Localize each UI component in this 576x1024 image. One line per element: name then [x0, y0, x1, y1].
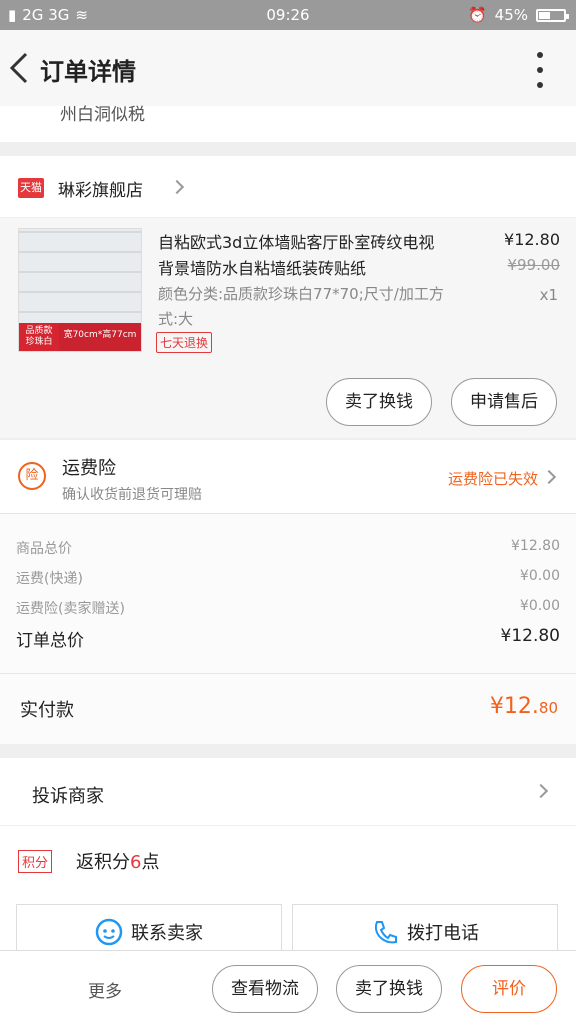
review-button[interactable]: 评价: [461, 965, 557, 1013]
scrolled-content: 州白洞似税: [0, 105, 576, 142]
chevron-right-icon: [533, 783, 549, 799]
call-phone-label: 拨打电话: [407, 923, 479, 944]
insurance-title: 运费险: [62, 458, 116, 479]
status-bar: ▮ 2G 3G ≋ 09:26 ⏰ 45%: [0, 0, 576, 30]
points-text: 返积分6点: [76, 848, 159, 874]
shipping-insurance-row[interactable]: 险 运费险 确认收货前退货可理赔 运费险已失效: [0, 440, 576, 514]
points-prefix: 返积分: [76, 852, 130, 873]
product-thumbnail[interactable]: 品质款 珍珠白 宽70cm*高77cm: [18, 228, 142, 352]
thumb-tag-size: 宽70cm*高77cm: [59, 323, 141, 351]
bottom-action-bar: 更多 查看物流 卖了换钱 评价: [0, 950, 576, 1024]
paid-value-main: ¥12.: [489, 694, 539, 719]
complain-seller-row[interactable]: 投诉商家: [0, 758, 576, 826]
after-sale-button[interactable]: 申请售后: [451, 378, 557, 426]
complain-label: 投诉商家: [32, 786, 104, 807]
summary-label: 运费险(卖家赠送): [16, 601, 125, 617]
chat-bot-icon: [95, 918, 123, 946]
phone-icon: [374, 921, 397, 944]
contact-area: 联系卖家 拨打电话: [0, 896, 576, 960]
summary-row-insurance: 运费险(卖家赠送) ¥0.00: [16, 598, 560, 618]
order-total-value: ¥12.80: [500, 626, 560, 646]
battery-icon: [536, 8, 569, 22]
product-quantity: x1: [539, 286, 558, 304]
product-spec: 颜色分类:品质款珍珠白77*70;尺寸/加工方式:大: [158, 285, 444, 328]
summary-label: 商品总价: [16, 541, 72, 557]
tmall-icon: 天猫: [18, 178, 44, 198]
order-total-label: 订单总价: [16, 631, 84, 651]
summary-value: ¥12.80: [511, 538, 560, 554]
thumb-tag-quality: 品质款 珍珠白: [19, 323, 59, 351]
price-summary: 商品总价 ¥12.80 运费(快递) ¥0.00 运费险(卖家赠送) ¥0.00…: [0, 514, 576, 674]
nav-bar: 订单详情: [0, 30, 576, 106]
paid-amount-row: 实付款 ¥12.80: [0, 674, 576, 744]
paid-value-cents: 80: [538, 699, 558, 717]
thumb-tag-line-1: 品质款: [25, 326, 53, 336]
summary-row-total: 订单总价 ¥12.80: [16, 626, 560, 651]
summary-value: ¥0.00: [519, 598, 560, 614]
alarm-icon: ⏰: [467, 6, 487, 24]
summary-row-goods: 商品总价 ¥12.80: [16, 538, 560, 558]
summary-value: ¥0.00: [519, 568, 560, 584]
paid-label: 实付款: [20, 700, 74, 721]
partial-address-text: 州白洞似税: [60, 105, 145, 125]
product-item: 品质款 珍珠白 宽70cm*高77cm 自粘欧式3d立体墙贴客厅卧室砖纹电视背景…: [0, 218, 576, 438]
points-tag: 积分: [18, 850, 53, 873]
points-number: 6: [130, 852, 142, 873]
return-policy-badge: 七天退换: [156, 332, 213, 353]
points-suffix: 点: [141, 852, 160, 873]
points-row: 积分 返积分6点: [0, 826, 576, 896]
chevron-right-icon: [541, 469, 557, 485]
insurance-subtitle: 确认收货前退货可理赔: [62, 487, 202, 503]
contact-seller-label: 联系卖家: [131, 923, 203, 944]
insurance-status: 运费险已失效: [447, 470, 538, 488]
product-title[interactable]: 自粘欧式3d立体墙贴客厅卧室砖纹电视背景墙防水自粘墙纸装砖贴纸: [158, 230, 448, 282]
sell-for-cash-button[interactable]: 卖了换钱: [326, 378, 432, 426]
thumb-tag-line-2: 珍珠白: [25, 337, 53, 347]
back-arrow-icon[interactable]: [6, 50, 34, 86]
view-logistics-button[interactable]: 查看物流: [212, 965, 318, 1013]
sell-for-cash-bottom-button[interactable]: 卖了换钱: [336, 965, 442, 1013]
insurance-icon: 险: [18, 462, 46, 490]
page-title: 订单详情: [40, 58, 136, 86]
battery-percent: 45%: [494, 6, 528, 24]
chevron-right-icon: [169, 179, 185, 195]
summary-label: 运费(快递): [16, 571, 83, 587]
store-row[interactable]: 天猫 琳彩旗舰店: [0, 156, 576, 218]
more-options-icon[interactable]: [532, 52, 548, 88]
more-button[interactable]: 更多: [88, 977, 122, 1002]
paid-value: ¥12.80: [490, 694, 558, 719]
product-price: ¥12.80: [504, 230, 560, 249]
store-name[interactable]: 琳彩旗舰店: [58, 176, 143, 201]
summary-row-shipping: 运费(快递) ¥0.00: [16, 568, 560, 588]
original-price: ¥99.00: [507, 256, 561, 274]
